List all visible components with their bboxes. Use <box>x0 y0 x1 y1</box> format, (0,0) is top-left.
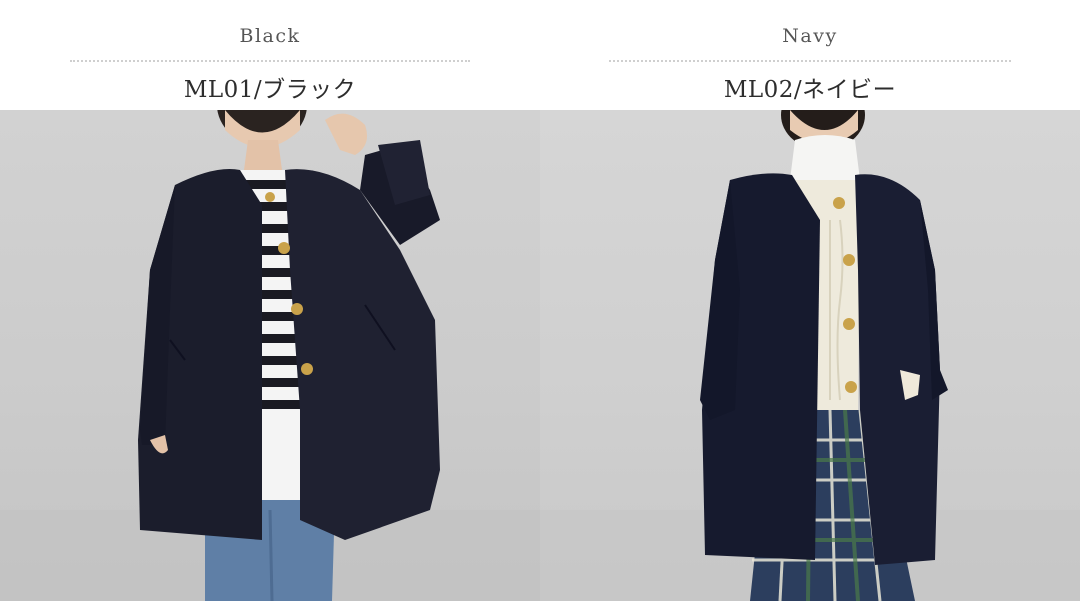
variant-navy: Navy ML02/ネイビー <box>540 0 1080 601</box>
dotted-divider <box>70 60 470 62</box>
variant-header: Navy ML02/ネイビー <box>540 0 1080 110</box>
variant-black: Black ML01/ブラック <box>0 0 540 601</box>
product-code-label: ML02/ネイビー <box>723 77 897 103</box>
variant-header: Black ML01/ブラック <box>0 0 540 110</box>
model-photo-black-illustration <box>0 110 540 601</box>
color-name-en: Black <box>239 25 301 47</box>
dotted-divider <box>609 60 1011 62</box>
model-photo-black-coat <box>0 110 540 601</box>
model-photo-navy-illustration <box>540 110 1080 601</box>
model-photo-navy-coat <box>540 110 1080 601</box>
product-code-label: ML01/ブラック <box>183 77 357 103</box>
color-name-en: Navy <box>782 25 838 47</box>
